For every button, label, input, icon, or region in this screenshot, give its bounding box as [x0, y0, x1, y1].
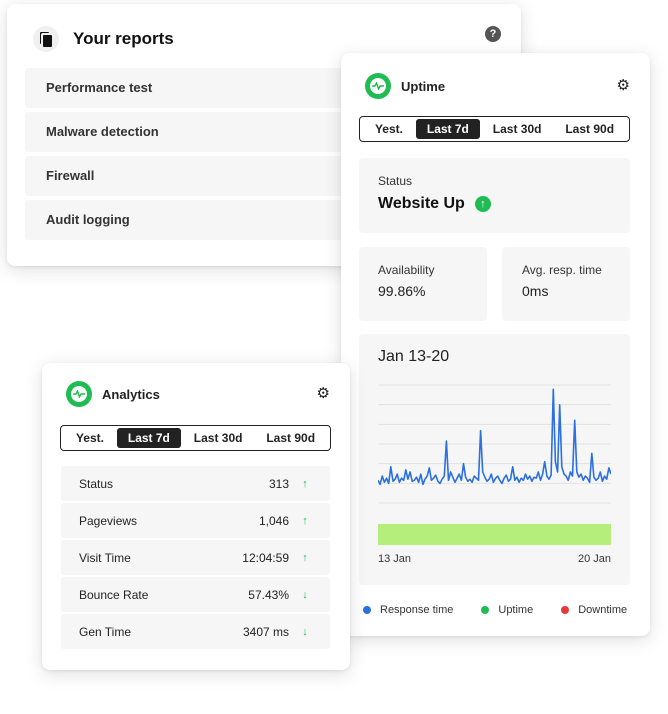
x-tick-end: 20 Jan	[577, 553, 611, 565]
pulse-logo-icon	[66, 381, 92, 407]
stat-value: 12:04:59	[242, 550, 289, 565]
stat-value: 3407 ms	[242, 624, 289, 639]
gear-icon[interactable]: ⚙	[317, 386, 330, 401]
tab-last-30d[interactable]: Last 30d	[183, 428, 254, 448]
response-time-value: 0ms	[522, 283, 549, 299]
arrow-down-icon: ↓	[302, 588, 308, 601]
status-label: Status	[378, 174, 413, 188]
arrow-up-icon: ↑	[302, 477, 308, 490]
uptime-header: Uptime	[365, 73, 445, 99]
tab-last-7d[interactable]: Last 7d	[415, 119, 480, 139]
response-time-panel: Avg. resp. time 0ms	[502, 247, 630, 321]
stat-name: Visit Time	[79, 550, 131, 565]
legend-uptime-label: Uptime	[498, 604, 534, 616]
chart-title: Jan 13-20	[378, 348, 450, 365]
arrow-down-icon: ↓	[302, 625, 308, 638]
legend-dot-blue-icon	[363, 606, 371, 614]
stats-list: Status 313 ↑ Pageviews 1,046 ↑ Visit Tim…	[61, 466, 330, 651]
table-row: Visit Time 12:04:59 ↑	[61, 540, 330, 575]
documents-icon	[33, 26, 59, 52]
table-row: Gen Time 3407 ms ↓	[61, 614, 330, 649]
legend-dot-red-icon	[561, 606, 570, 614]
response-chart-panel: Jan 13-20 13 Jan 20 Jan	[359, 334, 630, 585]
availability-panel: Availability 99.86%	[359, 247, 487, 321]
arrow-up-circle-icon: ↑	[474, 195, 491, 212]
table-row: Bounce Rate 57.43% ↓	[61, 577, 330, 612]
analytics-header: Analytics	[66, 381, 160, 407]
table-row: Status 313 ↑	[61, 466, 330, 501]
response-time-line	[378, 388, 611, 486]
stat-name: Pageviews	[79, 513, 138, 528]
analytics-card: Analytics ⚙ Yest. Last 7d Last 30d Last …	[42, 363, 350, 670]
response-time-label: Avg. resp. time	[522, 263, 602, 277]
uptime-bar	[378, 524, 611, 545]
report-item-malware[interactable]: Malware detection	[25, 112, 355, 152]
stat-value: 57.43%	[248, 587, 289, 602]
report-list: Performance test Malware detection Firew…	[25, 68, 355, 244]
chart-legend: Response time Uptime Downtime	[363, 604, 627, 616]
x-tick-start: 13 Jan	[378, 553, 412, 565]
tab-last-90d[interactable]: Last 90d	[255, 428, 326, 448]
table-row: Pageviews 1,046 ↑	[61, 503, 330, 538]
gear-icon[interactable]: ⚙	[617, 78, 630, 93]
legend-response-time: Response time	[363, 604, 453, 616]
legend-dot-green-icon	[481, 606, 490, 614]
status-value-row: Website Up ↑	[378, 195, 491, 213]
stat-name: Status	[79, 476, 114, 491]
analytics-range-tabs: Yest. Last 7d Last 30d Last 90d	[60, 425, 331, 451]
tab-yest[interactable]: Yest.	[65, 428, 115, 448]
tab-last-30d[interactable]: Last 30d	[482, 119, 553, 139]
uptime-title: Uptime	[401, 78, 446, 94]
response-time-chart	[378, 384, 611, 545]
tab-yest[interactable]: Yest.	[364, 119, 414, 139]
arrow-up-icon: ↑	[302, 551, 308, 564]
pulse-logo-icon	[365, 73, 391, 99]
reports-title: Your reports	[73, 29, 174, 48]
stat-name: Bounce Rate	[79, 587, 149, 602]
reports-header: Your reports	[33, 26, 174, 52]
tab-last-90d[interactable]: Last 90d	[554, 119, 625, 139]
help-icon[interactable]: ?	[485, 26, 501, 42]
legend-uptime: Uptime	[481, 604, 533, 616]
uptime-range-tabs: Yest. Last 7d Last 30d Last 90d	[359, 116, 630, 142]
analytics-title: Analytics	[102, 386, 160, 402]
availability-value: 99.86%	[378, 283, 426, 299]
status-panel: Status Website Up ↑	[359, 158, 630, 233]
legend-downtime-label: Downtime	[578, 604, 628, 616]
status-value: Website Up	[378, 195, 465, 212]
report-item-performance[interactable]: Performance test	[25, 68, 355, 108]
legend-downtime: Downtime	[561, 604, 627, 616]
stat-value: 313	[268, 476, 289, 491]
stat-value: 1,046	[258, 513, 289, 528]
tab-last-7d[interactable]: Last 7d	[116, 428, 181, 448]
report-item-firewall[interactable]: Firewall	[25, 156, 355, 196]
arrow-up-icon: ↑	[302, 514, 308, 527]
stat-name: Gen Time	[79, 624, 132, 639]
report-item-audit[interactable]: Audit logging	[25, 200, 355, 240]
uptime-card: Uptime ⚙ Yest. Last 7d Last 30d Last 90d…	[341, 53, 650, 636]
legend-response-label: Response time	[380, 604, 454, 616]
availability-label: Availability	[378, 263, 435, 277]
